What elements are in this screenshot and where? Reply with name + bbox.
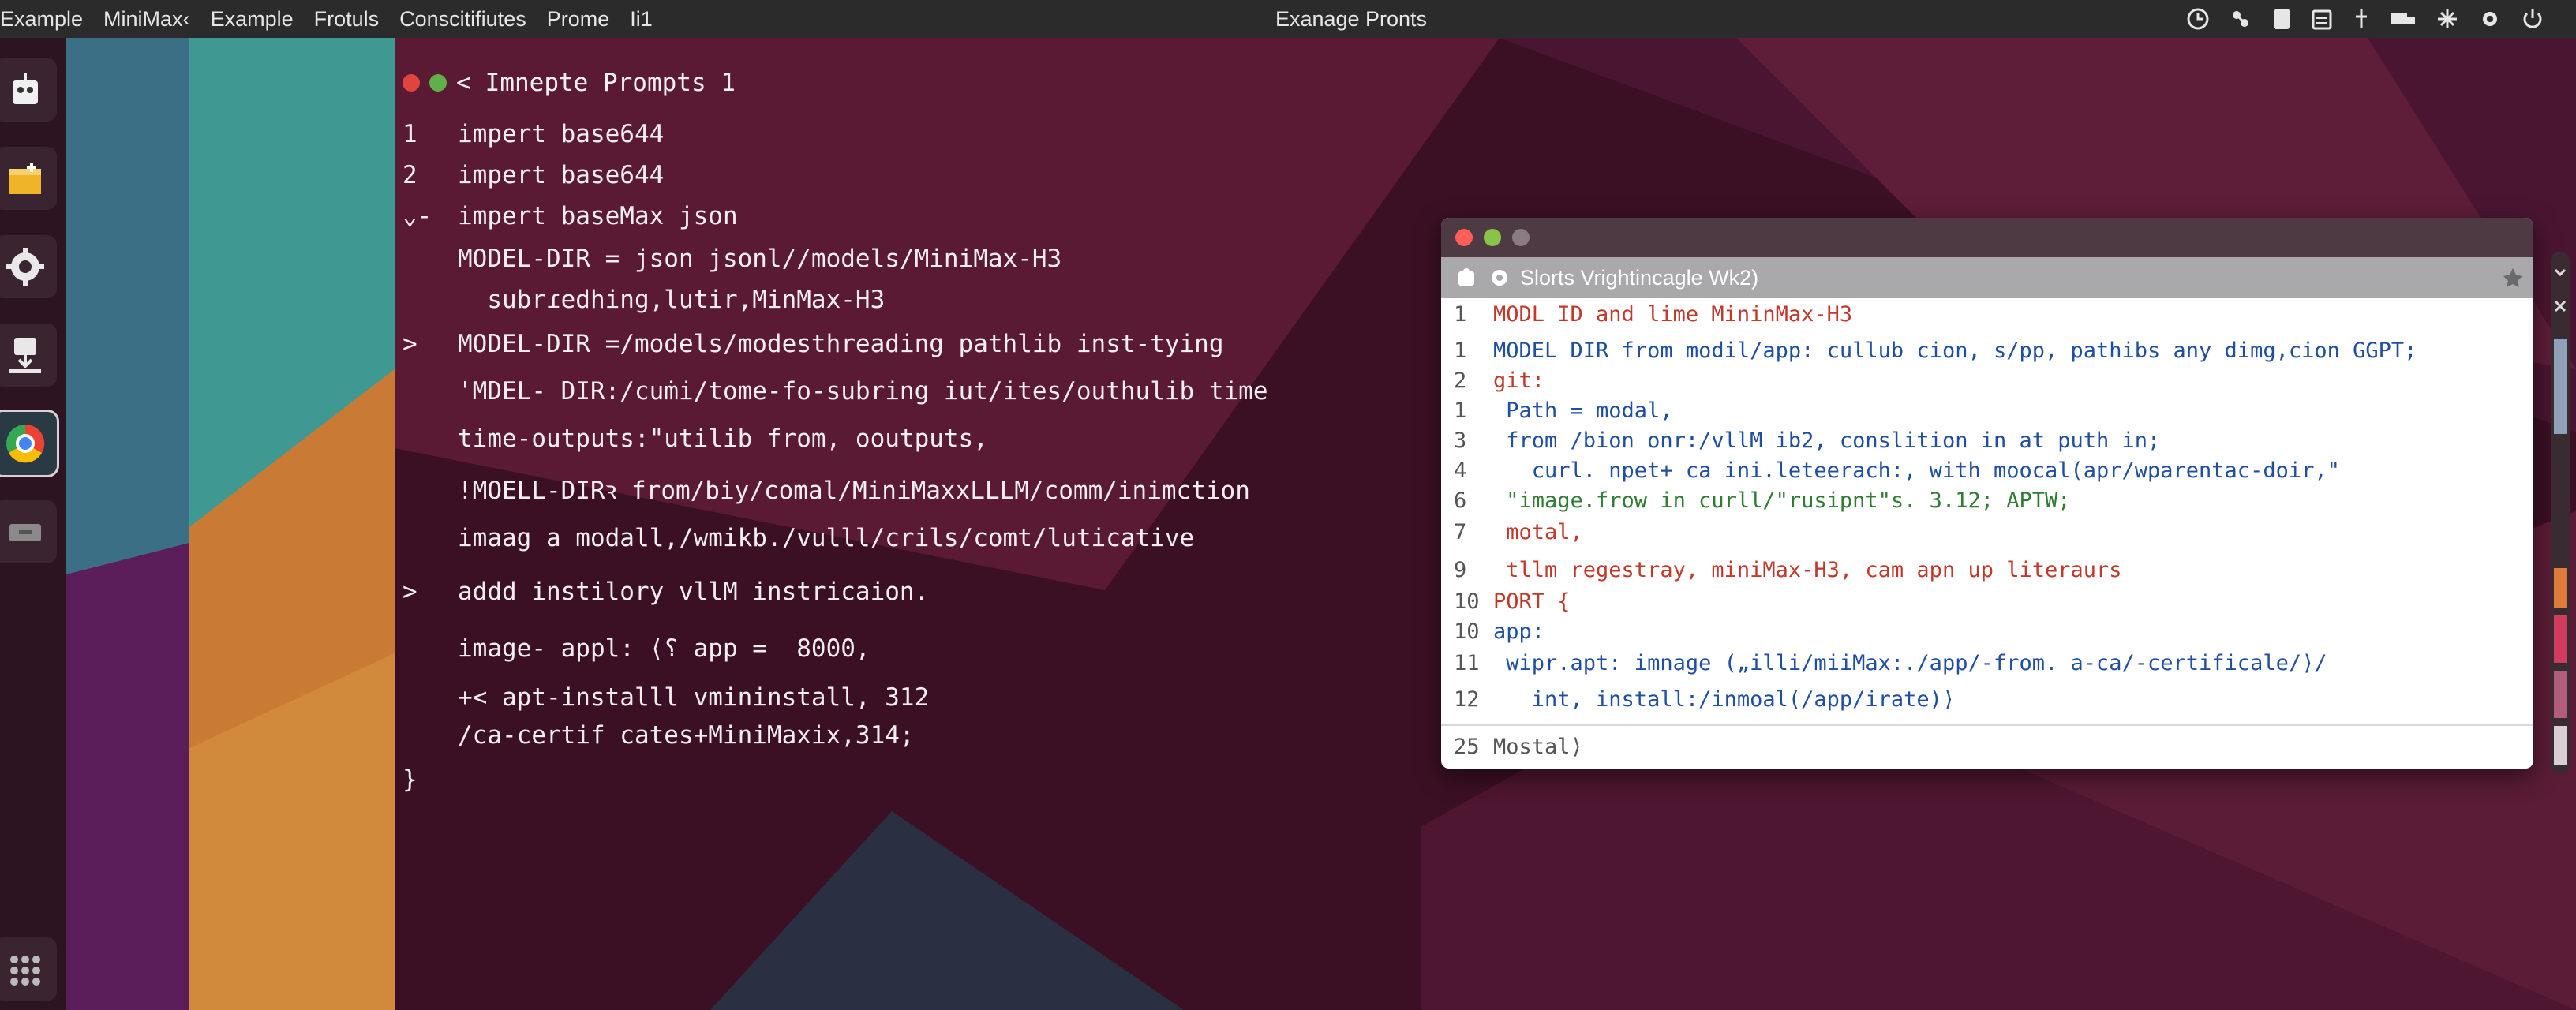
dock-download[interactable] xyxy=(0,324,57,387)
maximize-window-button[interactable] xyxy=(1484,229,1501,246)
editor-header: < Imnepte Prompts 1 xyxy=(402,63,736,103)
browser-icon xyxy=(6,424,45,463)
dock xyxy=(0,38,66,1010)
dock-robot[interactable] xyxy=(0,58,57,122)
back-chevron-icon[interactable]: < xyxy=(456,69,471,97)
package-icon xyxy=(9,163,41,194)
expand-toggle[interactable]: > xyxy=(402,330,458,358)
puzzle-icon[interactable] xyxy=(1455,267,1477,289)
dock-settings[interactable] xyxy=(0,235,57,298)
pin-icon[interactable] xyxy=(2352,7,2371,31)
sparkle-icon[interactable] xyxy=(2436,7,2459,31)
gear-icon[interactable] xyxy=(2478,7,2502,31)
scrollbar-marks xyxy=(2554,268,2567,765)
side-scrollbar[interactable] xyxy=(2551,252,2570,773)
truck-icon[interactable] xyxy=(2390,7,2417,31)
expand-toggle[interactable]: > xyxy=(402,578,458,606)
dock-drawer[interactable] xyxy=(0,500,57,563)
app-grid-icon xyxy=(10,956,40,986)
power-icon[interactable] xyxy=(2521,7,2544,31)
heart-icon[interactable] xyxy=(402,74,420,92)
window-titlebar[interactable] xyxy=(1441,218,2533,257)
close-window-button[interactable] xyxy=(1455,229,1473,246)
calendar-icon[interactable] xyxy=(2311,7,2333,31)
dock-package[interactable] xyxy=(0,147,57,210)
code-window: Slorts Vrightincagle Wk2) 1 MODL ID and l… xyxy=(1441,218,2533,769)
minimize-window-button[interactable] xyxy=(1512,229,1530,246)
green-dot-icon[interactable] xyxy=(429,74,447,92)
dock-browser[interactable] xyxy=(0,410,59,477)
code-editor: < Imnepte Prompts 1 1 impert base644 2 imp… xyxy=(402,55,1413,813)
editor-title: Imnepte Prompts 1 xyxy=(485,69,736,97)
network-icon[interactable] xyxy=(2229,7,2252,31)
window-footer: 25 Mostal⟩ xyxy=(1441,724,2533,769)
settings-icon[interactable] xyxy=(1488,267,1511,289)
document-icon[interactable] xyxy=(2271,7,2292,31)
window-toolbar: Slorts Vrightincagle Wk2) xyxy=(1441,257,2533,298)
dock-app-grid[interactable] xyxy=(0,937,57,1001)
gear-icon xyxy=(6,248,44,286)
system-tray xyxy=(2186,0,2544,38)
robot-icon xyxy=(13,73,38,104)
drawer-icon xyxy=(9,524,41,541)
window-code-body[interactable]: 1 MODL ID and lime MininMax-H3 1 MODEL DIR… xyxy=(1441,298,2533,769)
toolbar-title: Slorts Vrightincagle Wk2) xyxy=(1520,266,1759,290)
top-menu-bar: Example MiniMax‹ Example Frotuls Conscit… xyxy=(0,0,2576,38)
fold-toggle[interactable]: ⌄- xyxy=(402,202,458,230)
pin-icon[interactable] xyxy=(2502,267,2524,289)
clock-icon[interactable] xyxy=(2186,7,2210,31)
download-icon xyxy=(9,338,41,373)
